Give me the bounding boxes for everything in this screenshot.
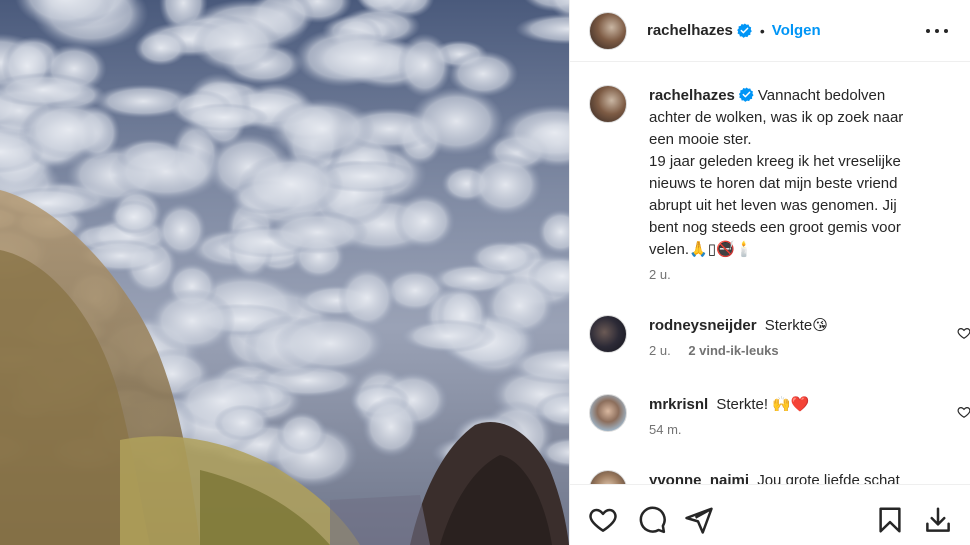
more-options-icon[interactable] xyxy=(926,21,948,41)
cloud-puff xyxy=(134,30,188,67)
download-button-graphic xyxy=(926,507,950,532)
comment-body: yvonne_naimi Jou grote liefde schat xyxy=(649,470,929,484)
cloud-puff xyxy=(515,13,569,45)
comment-time[interactable]: 54 m. xyxy=(649,422,682,437)
post-photo[interactable] xyxy=(0,0,569,545)
comment-icon[interactable] xyxy=(637,505,667,535)
cloud-puff xyxy=(238,153,344,216)
author-avatar[interactable] xyxy=(589,11,627,50)
save-button-graphic xyxy=(879,507,901,533)
heart-icon[interactable] xyxy=(588,505,618,535)
cloud-puff xyxy=(276,411,328,456)
caption-time[interactable]: 2 u. xyxy=(649,267,671,282)
comment-text: mrkrisnl Sterkte! 🙌❤️ xyxy=(649,394,929,416)
share-button-graphic xyxy=(685,507,713,534)
cloud-puff xyxy=(397,33,452,98)
comment-likes[interactable]: 2 vind-ik-leuks xyxy=(688,343,778,358)
commenter-avatar[interactable] xyxy=(589,470,627,484)
verified-badge-icon xyxy=(738,87,754,102)
cloud-puff xyxy=(214,404,272,441)
comment-message: Sterkte! 🙌❤️ xyxy=(716,396,810,413)
comment-like-heart-icon[interactable] xyxy=(957,326,970,340)
like-button-graphic xyxy=(589,508,617,532)
comment-body: mrkrisnl Sterkte! 🙌❤️ 54 m. xyxy=(649,394,929,437)
comment-button-graphic xyxy=(639,506,666,534)
verified-badge-icon xyxy=(737,23,752,38)
cloud-puff xyxy=(399,319,497,353)
comment-meta: 54 m. xyxy=(649,422,929,437)
caption-body: rachelhazes Vannacht bedolven achter de … xyxy=(649,85,929,282)
cloud-puff xyxy=(156,202,207,258)
comment-message: Jou grote liefde schat xyxy=(757,472,900,484)
cloud-puff xyxy=(266,210,369,254)
post-side-panel: rachelhazes • Volgen rachelhazes Vannach… xyxy=(569,0,970,545)
comment-like-heart-icon[interactable] xyxy=(957,405,970,419)
action-bar xyxy=(570,484,970,545)
cloud-puff xyxy=(192,15,281,73)
download-icon[interactable] xyxy=(923,505,953,535)
comment-body: rodneysneijder Sterkte😘 2 u. 2 vind-ik-l… xyxy=(649,315,929,358)
caption-username[interactable]: rachelhazes xyxy=(649,87,735,104)
follow-button[interactable]: Volgen xyxy=(772,22,821,39)
comment-text: yvonne_naimi Jou grote liefde schat xyxy=(649,470,929,484)
cloud-puff xyxy=(149,288,236,353)
cloudy-sky-image xyxy=(0,0,569,545)
bookmark-icon[interactable] xyxy=(875,505,905,535)
commenter-username[interactable]: mrkrisnl xyxy=(649,396,708,413)
more-dot xyxy=(935,29,939,33)
cloud-puff xyxy=(469,240,536,276)
share-icon[interactable] xyxy=(684,505,714,535)
comment-text: rodneysneijder Sterkte😘 xyxy=(649,315,929,337)
cloud-puff xyxy=(273,313,387,374)
comment-meta: 2 u. 2 vind-ik-leuks xyxy=(649,343,929,358)
author-username[interactable]: rachelhazes xyxy=(647,22,733,39)
commenter-username[interactable]: rodneysneijder xyxy=(649,317,757,334)
separator-dot: • xyxy=(759,22,765,39)
commenter-avatar[interactable] xyxy=(589,315,627,353)
caption-text: rachelhazes Vannacht bedolven achter de … xyxy=(649,85,929,261)
comment-message: Sterkte😘 xyxy=(764,317,828,334)
cloud-puff xyxy=(109,200,159,234)
author-avatar[interactable] xyxy=(589,85,627,123)
caption-meta: 2 u. xyxy=(649,267,929,282)
cloud-puff xyxy=(362,396,421,458)
more-dot xyxy=(926,29,930,33)
more-dot xyxy=(944,29,948,33)
comments-list[interactable]: rachelhazes Vannacht bedolven achter de … xyxy=(570,62,970,484)
comment-time[interactable]: 2 u. xyxy=(649,343,671,358)
cloud-puff xyxy=(269,98,375,160)
instagram-post: rachelhazes • Volgen rachelhazes Vannach… xyxy=(0,0,970,545)
caption-line-2: 19 jaar geleden kreeg ik het vreselijke … xyxy=(649,153,901,258)
cloud-puff xyxy=(22,100,116,160)
commenter-username[interactable]: yvonne_naimi xyxy=(649,472,749,484)
cloud-puff xyxy=(468,153,543,217)
cloud-puff xyxy=(393,193,456,250)
commenter-avatar[interactable] xyxy=(589,394,627,432)
post-header: rachelhazes • Volgen xyxy=(570,0,970,62)
cloud-puff xyxy=(179,103,269,132)
